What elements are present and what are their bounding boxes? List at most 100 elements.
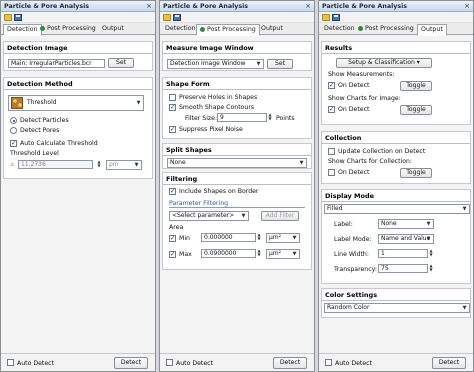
threshold-value-field[interactable]: 11.2736 <box>18 160 93 169</box>
show-measurements-label: Show Measurements: <box>328 71 395 78</box>
footer: Auto Detect Detect <box>160 353 314 371</box>
chevron-down-icon: ▼ <box>426 236 431 242</box>
divider <box>322 300 470 301</box>
smooth-contours-label: Smooth Shape Contours <box>179 104 255 111</box>
label-label: Label: <box>334 221 353 228</box>
section-title: Collection <box>325 134 362 142</box>
tab-detection[interactable]: Detection <box>162 24 199 35</box>
close-icon[interactable]: × <box>464 1 470 12</box>
suppress-noise-checkbox[interactable] <box>169 125 176 133</box>
open-folder-icon[interactable] <box>163 14 171 21</box>
on-detect-label: On Detect <box>338 106 370 113</box>
spinner-icon[interactable]: ▲ ▼ <box>428 249 434 257</box>
label-mode-select[interactable]: Name and Value ▼ <box>378 234 434 244</box>
section-title: Detection Image <box>7 44 68 52</box>
section-detection-method: Detection Method Threshold ▼ Detect Part… <box>3 77 153 179</box>
tab-output[interactable]: Output <box>99 24 127 35</box>
tab-post-processing[interactable]: Post Processing <box>355 24 417 35</box>
chevron-down-icon: ▾ <box>416 59 420 66</box>
charts-on-detect-checkbox[interactable] <box>328 105 335 113</box>
tab-detection[interactable]: Detection <box>321 24 358 35</box>
charts-toggle-button[interactable]: Toggle <box>400 105 432 115</box>
preserve-holes-checkbox[interactable] <box>169 94 176 101</box>
on-detect-label: On Detect <box>338 169 370 176</box>
detect-button[interactable]: Detect <box>273 357 307 369</box>
detection-method-select[interactable]: Threshold ▼ <box>8 95 144 111</box>
detection-image-field[interactable]: Main: IrregularParticles.bcr <box>8 59 105 68</box>
section-collection: Collection Update Collection on Detect S… <box>321 131 471 184</box>
section-results: Results Setup & Classification ▾ Show Me… <box>321 41 471 125</box>
panel-title-bar: Particle & Pore Analysis × <box>1 1 155 12</box>
auto-detect-checkbox[interactable] <box>325 359 332 366</box>
close-icon[interactable]: × <box>305 1 311 12</box>
spinner-icon[interactable]: ▲ ▼ <box>96 160 102 168</box>
tab-output[interactable]: Output <box>258 24 286 35</box>
spinner-icon[interactable]: ▲ ▼ <box>256 249 262 257</box>
line-width-field[interactable]: 1 <box>378 249 428 258</box>
label-select[interactable]: None ▼ <box>378 219 434 229</box>
auto-detect-checkbox[interactable] <box>7 359 14 366</box>
measurements-toggle-button[interactable]: Toggle <box>400 81 432 91</box>
panel-detection: Particle & Pore Analysis × Detection Pos… <box>0 0 156 372</box>
split-shapes-select[interactable]: None ▼ <box>167 158 307 168</box>
divider <box>4 53 152 54</box>
smooth-contours-checkbox[interactable] <box>169 103 176 111</box>
auto-calc-checkbox[interactable] <box>10 139 17 147</box>
detect-particles-radio[interactable] <box>10 117 17 124</box>
threshold-unit-select[interactable]: pm ▼ <box>106 160 142 170</box>
auto-detect-checkbox[interactable] <box>166 359 173 366</box>
parameter-select[interactable]: <Select parameter> ▼ <box>169 211 249 221</box>
measure-window-select[interactable]: Detection Image Window ▼ <box>167 59 264 69</box>
section-color-settings: Color Settings Random Color ▼ <box>321 288 471 318</box>
transparency-label: Transparency: <box>334 266 377 273</box>
close-icon[interactable]: × <box>146 1 152 12</box>
panel-post-processing: Particle & Pore Analysis × Detection Pos… <box>159 0 315 372</box>
color-settings-select[interactable]: Random Color ▼ <box>324 303 470 313</box>
transparency-field[interactable]: 75 <box>378 264 428 273</box>
tab-detection[interactable]: Detection <box>3 24 42 36</box>
display-mode-select[interactable]: Filled ▼ <box>324 204 470 214</box>
min-unit-select[interactable]: μm² ▼ <box>266 233 300 243</box>
section-filtering: Filtering Include Shapes on Border Param… <box>162 172 312 270</box>
chevron-down-icon: ▼ <box>292 235 297 241</box>
max-checkbox[interactable] <box>169 250 176 258</box>
filter-size-label: Filter Size: <box>185 115 218 122</box>
min-label: Min <box>179 235 190 242</box>
setup-classification-button[interactable]: Setup & Classification ▾ <box>336 58 432 68</box>
max-unit-select[interactable]: μm² ▼ <box>266 249 300 259</box>
section-title: Filtering <box>166 175 198 183</box>
add-filter-button[interactable]: Add Filter <box>261 211 299 221</box>
include-border-checkbox[interactable] <box>169 187 176 195</box>
detect-button[interactable]: Detect <box>432 357 466 369</box>
divider <box>163 89 311 90</box>
open-folder-icon[interactable] <box>4 14 12 21</box>
update-collection-checkbox[interactable] <box>328 148 335 155</box>
open-folder-icon[interactable] <box>322 14 330 21</box>
filter-size-field[interactable]: 9 <box>217 113 267 122</box>
detect-pores-radio[interactable] <box>10 127 17 134</box>
save-icon[interactable] <box>332 14 340 21</box>
set-button[interactable]: Set <box>108 58 134 68</box>
detect-button[interactable]: Detect <box>114 357 148 369</box>
max-value-field[interactable]: 0.0900000 <box>201 249 256 258</box>
detect-pores-label: Detect Pores <box>20 127 60 134</box>
divider <box>322 143 470 144</box>
divider <box>163 155 311 156</box>
collection-toggle-button[interactable]: Toggle <box>400 168 432 178</box>
line-width-label: Line Width: <box>334 251 369 258</box>
min-checkbox[interactable] <box>169 234 176 242</box>
save-icon[interactable] <box>173 14 181 21</box>
set-button[interactable]: Set <box>267 59 293 69</box>
chevron-down-icon: ▼ <box>256 61 261 67</box>
collection-on-detect-checkbox[interactable] <box>328 169 335 176</box>
tab-post-processing[interactable]: Post Processing <box>196 24 260 36</box>
tab-output[interactable]: Output <box>417 24 447 36</box>
tab-post-processing[interactable]: Post Processing <box>37 24 99 35</box>
min-value-field[interactable]: 0.000000 <box>201 233 256 242</box>
spinner-icon[interactable]: ▲ ▼ <box>256 233 262 241</box>
spinner-icon[interactable]: ▲ ▼ <box>267 113 273 121</box>
save-icon[interactable] <box>14 14 22 21</box>
measurements-on-detect-checkbox[interactable] <box>328 81 335 89</box>
chevron-down-icon: ▼ <box>292 251 297 257</box>
spinner-icon[interactable]: ▲ ▼ <box>428 264 434 272</box>
